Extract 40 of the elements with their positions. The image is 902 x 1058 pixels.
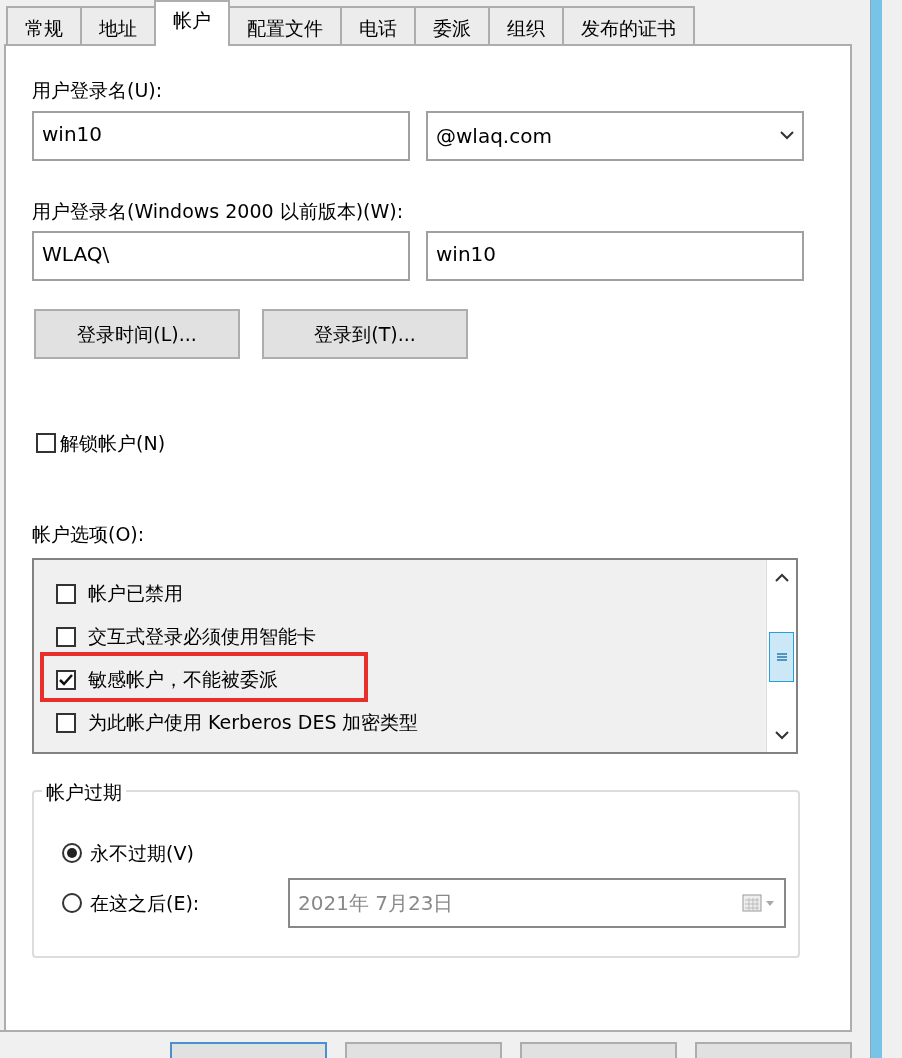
date-value: 2021年 7月23日 bbox=[298, 890, 454, 917]
domain-prefix-field: WLAQ\ bbox=[32, 231, 410, 281]
dropdown-value: @wlaq.com bbox=[436, 122, 552, 150]
date-picker[interactable]: 2021年 7月23日 bbox=[288, 878, 786, 928]
username-field[interactable]: win10 bbox=[426, 231, 804, 281]
checkbox[interactable] bbox=[56, 669, 76, 690]
tab[interactable]: 委派 bbox=[414, 6, 490, 46]
domain-dropdown[interactable]: @wlaq.com bbox=[426, 110, 804, 161]
tab[interactable]: 组织 bbox=[488, 6, 564, 46]
dialog-button[interactable]: 登录到(T)... bbox=[262, 309, 468, 359]
tab[interactable]: 配置文件 bbox=[228, 6, 342, 46]
radio-label: 永不过期(V) bbox=[90, 840, 195, 866]
tab[interactable]: 常规 bbox=[6, 6, 82, 46]
checkbox[interactable] bbox=[56, 712, 76, 733]
tab[interactable]: 电话 bbox=[340, 6, 416, 46]
radio-button[interactable] bbox=[62, 893, 82, 913]
username-field[interactable]: win10 bbox=[32, 110, 410, 161]
option-label: 为此帐户使用 Kerberos DES 加密类型 bbox=[88, 710, 419, 736]
dialog-button[interactable]: 登录时间(L)... bbox=[34, 309, 240, 359]
radio-label: 在这之后(E): bbox=[90, 890, 201, 916]
radio-button[interactable] bbox=[62, 843, 82, 863]
option-label: 交互式登录必须使用智能卡 bbox=[88, 624, 316, 650]
checkbox-label: 解锁帐户(N) bbox=[60, 431, 166, 456]
tab[interactable]: 发布的证书 bbox=[562, 6, 695, 46]
option-label: 帐户已禁用 bbox=[88, 581, 183, 607]
chevron-down-icon bbox=[774, 730, 789, 740]
tab[interactable]: 帐户 bbox=[154, 0, 230, 46]
scrollbar[interactable] bbox=[766, 560, 796, 752]
chevron-down-icon bbox=[780, 131, 794, 140]
scroll-thumb[interactable] bbox=[769, 632, 794, 682]
checkbox[interactable] bbox=[56, 626, 76, 647]
chevron-up-icon bbox=[774, 572, 789, 582]
field-label: 用户登录名(Windows 2000 以前版本)(W): bbox=[32, 198, 405, 224]
calendar-icon bbox=[742, 893, 776, 913]
tab[interactable]: 地址 bbox=[80, 6, 156, 46]
option-label: 敏感帐户，不能被委派 bbox=[88, 667, 278, 693]
field-label: 帐户选项(O): bbox=[32, 521, 146, 547]
checkbox[interactable] bbox=[56, 583, 76, 604]
checkbox[interactable] bbox=[36, 433, 56, 454]
field-label: 用户登录名(U): bbox=[32, 78, 164, 103]
